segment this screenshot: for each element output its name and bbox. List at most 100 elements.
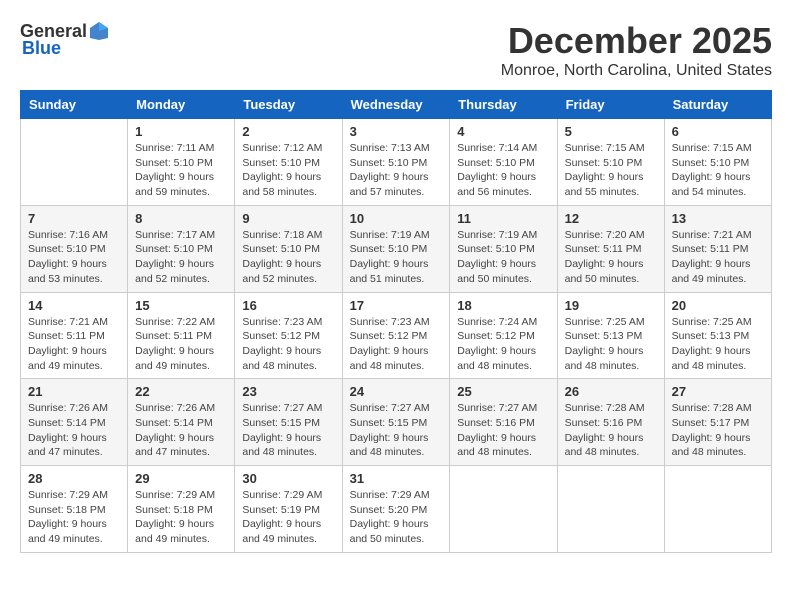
day-info: Sunrise: 7:25 AMSunset: 5:13 PMDaylight:… — [672, 315, 764, 374]
calendar-cell: 18 Sunrise: 7:24 AMSunset: 5:12 PMDaylig… — [450, 292, 557, 379]
day-info: Sunrise: 7:23 AMSunset: 5:12 PMDaylight:… — [242, 315, 334, 374]
calendar-cell: 9 Sunrise: 7:18 AMSunset: 5:10 PMDayligh… — [235, 205, 342, 292]
day-info: Sunrise: 7:29 AMSunset: 5:20 PMDaylight:… — [350, 488, 443, 547]
day-number: 13 — [672, 211, 764, 226]
day-number: 21 — [28, 384, 120, 399]
calendar-cell: 14 Sunrise: 7:21 AMSunset: 5:11 PMDaylig… — [21, 292, 128, 379]
day-info: Sunrise: 7:15 AMSunset: 5:10 PMDaylight:… — [565, 141, 657, 200]
day-number: 8 — [135, 211, 227, 226]
week-row-2: 7 Sunrise: 7:16 AMSunset: 5:10 PMDayligh… — [21, 205, 772, 292]
day-number: 7 — [28, 211, 120, 226]
column-header-wednesday: Wednesday — [342, 91, 450, 119]
calendar-cell: 19 Sunrise: 7:25 AMSunset: 5:13 PMDaylig… — [557, 292, 664, 379]
day-number: 22 — [135, 384, 227, 399]
calendar-cell: 12 Sunrise: 7:20 AMSunset: 5:11 PMDaylig… — [557, 205, 664, 292]
column-header-saturday: Saturday — [664, 91, 771, 119]
day-info: Sunrise: 7:27 AMSunset: 5:16 PMDaylight:… — [457, 401, 549, 460]
title-area: December 2025 Monroe, North Carolina, Un… — [501, 20, 772, 80]
day-info: Sunrise: 7:27 AMSunset: 5:15 PMDaylight:… — [350, 401, 443, 460]
day-info: Sunrise: 7:20 AMSunset: 5:11 PMDaylight:… — [565, 228, 657, 287]
day-info: Sunrise: 7:19 AMSunset: 5:10 PMDaylight:… — [350, 228, 443, 287]
day-info: Sunrise: 7:26 AMSunset: 5:14 PMDaylight:… — [135, 401, 227, 460]
day-info: Sunrise: 7:22 AMSunset: 5:11 PMDaylight:… — [135, 315, 227, 374]
calendar-cell: 10 Sunrise: 7:19 AMSunset: 5:10 PMDaylig… — [342, 205, 450, 292]
calendar-cell: 24 Sunrise: 7:27 AMSunset: 5:15 PMDaylig… — [342, 379, 450, 466]
calendar-cell: 8 Sunrise: 7:17 AMSunset: 5:10 PMDayligh… — [128, 205, 235, 292]
day-number: 28 — [28, 471, 120, 486]
calendar-cell: 17 Sunrise: 7:23 AMSunset: 5:12 PMDaylig… — [342, 292, 450, 379]
calendar-cell: 5 Sunrise: 7:15 AMSunset: 5:10 PMDayligh… — [557, 119, 664, 206]
day-number: 23 — [242, 384, 334, 399]
column-header-thursday: Thursday — [450, 91, 557, 119]
day-number: 11 — [457, 211, 549, 226]
calendar-cell: 29 Sunrise: 7:29 AMSunset: 5:18 PMDaylig… — [128, 466, 235, 553]
calendar-cell: 25 Sunrise: 7:27 AMSunset: 5:16 PMDaylig… — [450, 379, 557, 466]
day-info: Sunrise: 7:23 AMSunset: 5:12 PMDaylight:… — [350, 315, 443, 374]
day-info: Sunrise: 7:24 AMSunset: 5:12 PMDaylight:… — [457, 315, 549, 374]
day-number: 20 — [672, 298, 764, 313]
day-number: 24 — [350, 384, 443, 399]
calendar-cell: 28 Sunrise: 7:29 AMSunset: 5:18 PMDaylig… — [21, 466, 128, 553]
day-info: Sunrise: 7:29 AMSunset: 5:18 PMDaylight:… — [28, 488, 120, 547]
calendar-cell: 16 Sunrise: 7:23 AMSunset: 5:12 PMDaylig… — [235, 292, 342, 379]
column-header-friday: Friday — [557, 91, 664, 119]
calendar-cell — [664, 466, 771, 553]
calendar-cell: 3 Sunrise: 7:13 AMSunset: 5:10 PMDayligh… — [342, 119, 450, 206]
day-number: 2 — [242, 124, 334, 139]
day-number: 27 — [672, 384, 764, 399]
day-number: 19 — [565, 298, 657, 313]
day-info: Sunrise: 7:26 AMSunset: 5:14 PMDaylight:… — [28, 401, 120, 460]
day-info: Sunrise: 7:17 AMSunset: 5:10 PMDaylight:… — [135, 228, 227, 287]
week-row-5: 28 Sunrise: 7:29 AMSunset: 5:18 PMDaylig… — [21, 466, 772, 553]
day-info: Sunrise: 7:28 AMSunset: 5:16 PMDaylight:… — [565, 401, 657, 460]
calendar-cell — [557, 466, 664, 553]
day-number: 10 — [350, 211, 443, 226]
day-info: Sunrise: 7:18 AMSunset: 5:10 PMDaylight:… — [242, 228, 334, 287]
calendar-cell: 21 Sunrise: 7:26 AMSunset: 5:14 PMDaylig… — [21, 379, 128, 466]
calendar-cell: 1 Sunrise: 7:11 AMSunset: 5:10 PMDayligh… — [128, 119, 235, 206]
calendar-cell: 22 Sunrise: 7:26 AMSunset: 5:14 PMDaylig… — [128, 379, 235, 466]
day-number: 9 — [242, 211, 334, 226]
column-header-monday: Monday — [128, 91, 235, 119]
calendar-cell — [21, 119, 128, 206]
day-info: Sunrise: 7:21 AMSunset: 5:11 PMDaylight:… — [28, 315, 120, 374]
calendar-cell: 6 Sunrise: 7:15 AMSunset: 5:10 PMDayligh… — [664, 119, 771, 206]
calendar-table: SundayMondayTuesdayWednesdayThursdayFrid… — [20, 90, 772, 553]
day-number: 26 — [565, 384, 657, 399]
day-number: 30 — [242, 471, 334, 486]
day-info: Sunrise: 7:15 AMSunset: 5:10 PMDaylight:… — [672, 141, 764, 200]
day-info: Sunrise: 7:21 AMSunset: 5:11 PMDaylight:… — [672, 228, 764, 287]
calendar-cell: 11 Sunrise: 7:19 AMSunset: 5:10 PMDaylig… — [450, 205, 557, 292]
logo-icon — [88, 20, 110, 42]
day-number: 3 — [350, 124, 443, 139]
day-number: 12 — [565, 211, 657, 226]
calendar-body: 1 Sunrise: 7:11 AMSunset: 5:10 PMDayligh… — [21, 119, 772, 553]
day-number: 16 — [242, 298, 334, 313]
logo-blue-text: Blue — [22, 38, 61, 59]
week-row-3: 14 Sunrise: 7:21 AMSunset: 5:11 PMDaylig… — [21, 292, 772, 379]
calendar-cell: 13 Sunrise: 7:21 AMSunset: 5:11 PMDaylig… — [664, 205, 771, 292]
calendar-cell: 4 Sunrise: 7:14 AMSunset: 5:10 PMDayligh… — [450, 119, 557, 206]
day-info: Sunrise: 7:29 AMSunset: 5:18 PMDaylight:… — [135, 488, 227, 547]
location-title: Monroe, North Carolina, United States — [501, 62, 772, 80]
calendar-cell: 27 Sunrise: 7:28 AMSunset: 5:17 PMDaylig… — [664, 379, 771, 466]
day-info: Sunrise: 7:16 AMSunset: 5:10 PMDaylight:… — [28, 228, 120, 287]
day-info: Sunrise: 7:11 AMSunset: 5:10 PMDaylight:… — [135, 141, 227, 200]
day-number: 29 — [135, 471, 227, 486]
day-number: 14 — [28, 298, 120, 313]
week-row-4: 21 Sunrise: 7:26 AMSunset: 5:14 PMDaylig… — [21, 379, 772, 466]
column-header-tuesday: Tuesday — [235, 91, 342, 119]
day-info: Sunrise: 7:25 AMSunset: 5:13 PMDaylight:… — [565, 315, 657, 374]
day-number: 15 — [135, 298, 227, 313]
day-number: 6 — [672, 124, 764, 139]
day-info: Sunrise: 7:14 AMSunset: 5:10 PMDaylight:… — [457, 141, 549, 200]
week-row-1: 1 Sunrise: 7:11 AMSunset: 5:10 PMDayligh… — [21, 119, 772, 206]
day-number: 31 — [350, 471, 443, 486]
month-title: December 2025 — [501, 20, 772, 62]
calendar-cell: 15 Sunrise: 7:22 AMSunset: 5:11 PMDaylig… — [128, 292, 235, 379]
day-number: 18 — [457, 298, 549, 313]
day-number: 5 — [565, 124, 657, 139]
day-info: Sunrise: 7:19 AMSunset: 5:10 PMDaylight:… — [457, 228, 549, 287]
calendar-header-row: SundayMondayTuesdayWednesdayThursdayFrid… — [21, 91, 772, 119]
day-info: Sunrise: 7:27 AMSunset: 5:15 PMDaylight:… — [242, 401, 334, 460]
